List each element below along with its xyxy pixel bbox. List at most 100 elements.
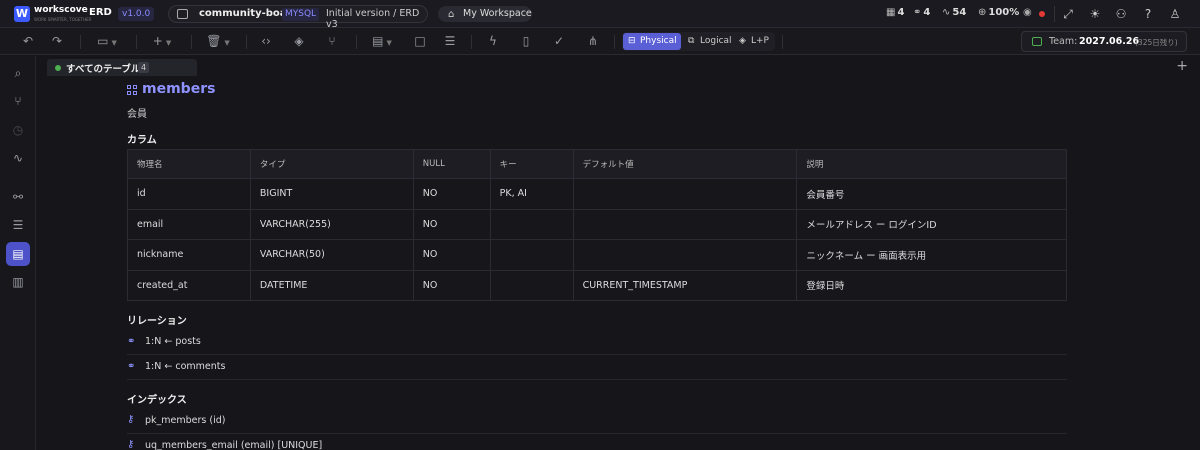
index-row[interactable]: ⚷ pk_members (id) <box>127 409 1067 434</box>
toolbar: ↶ ↷ ▭ ▼ + ▼ 🗑 ▼ ‹› ◈ ⑂ ▤ ▼ □ ☰ ϟ ▯ ✓ ⋔ ⊟ Phys… <box>0 28 1200 55</box>
cell <box>572 208 798 240</box>
db-badge: MYSQL <box>282 8 320 21</box>
cell <box>572 239 798 271</box>
flow-icon[interactable]: ⚯ <box>6 185 30 209</box>
cell: メールアドレス ー ログインID <box>796 208 1067 240</box>
grid-icon: ▦ <box>886 7 896 18</box>
redo-icon[interactable]: ↷ <box>49 33 65 50</box>
relation-row[interactable]: ⚭ 1:N ← comments <box>127 355 1067 380</box>
cell: NO <box>412 178 491 210</box>
app-logo[interactable]: W <box>14 6 30 22</box>
cell: 会員番号 <box>796 178 1067 210</box>
search-icon[interactable]: ⌕ <box>6 61 30 85</box>
header-default: デフォルト値 <box>572 149 798 179</box>
sun-icon[interactable]: ☀ <box>1085 4 1105 24</box>
table-icon <box>127 85 138 96</box>
table-row[interactable]: id BIGINT NO PK, AI 会員番号 <box>127 178 1067 210</box>
header-null: NULL <box>412 149 491 179</box>
team-plan-badge[interactable]: Team: 2027.06.26 (325日残り) <box>1021 31 1187 52</box>
header-physical-name: 物理名 <box>127 149 251 179</box>
history-icon[interactable]: ◷ <box>6 118 30 142</box>
cell: NO <box>412 208 491 240</box>
zoom-level[interactable]: ⊕ 100% <box>978 7 1019 18</box>
table-detail: members 会員 カラム 物理名 タイプ NULL キー デフォルト値 説明… <box>127 78 1067 450</box>
team-date: 2027.06.26 <box>1079 36 1140 47</box>
users-icon[interactable]: ⚇ <box>1111 4 1131 24</box>
cell: CURRENT_TIMESTAMP <box>572 269 798 301</box>
brand-tagline: WORK SMARTER, TOGETHER <box>34 17 92 22</box>
columns-heading: カラム <box>127 135 157 146</box>
tab-bar: すべてのテーブル 4 + <box>37 56 1200 78</box>
bar-chart-icon[interactable]: ▥ <box>6 270 30 294</box>
layers-icon[interactable]: ◈ <box>291 33 307 50</box>
link-icon: ⚭ <box>127 336 136 347</box>
relation-text: 1:N ← comments <box>145 361 226 372</box>
broadcast-icon: ◉ <box>1023 7 1032 18</box>
help-icon[interactable]: ? <box>1138 4 1158 24</box>
table-name: members <box>142 81 216 97</box>
expand-icon[interactable]: ⤢ <box>1058 4 1078 24</box>
activity-count: ∿ 54 <box>942 7 967 18</box>
folder-menu[interactable]: ▭ ▼ <box>93 33 121 50</box>
cell <box>572 178 798 210</box>
check-circle-icon[interactable]: ✓ <box>551 33 567 50</box>
index-text: pk_members (id) <box>145 415 226 426</box>
header-description: 説明 <box>796 149 1067 179</box>
tab-all-tables[interactable]: すべてのテーブル 4 <box>47 59 197 76</box>
bolt-icon[interactable]: ϟ <box>485 33 501 50</box>
list-icon[interactable]: ☰ <box>6 213 30 237</box>
table-description: 会員 <box>127 109 147 120</box>
cell <box>489 269 574 301</box>
project-selector[interactable]: community-board MYSQL Initial version / … <box>168 5 428 30</box>
building-icon: ⌂ <box>448 9 455 20</box>
cell: NO <box>412 239 491 271</box>
undo-icon[interactable]: ↶ <box>20 33 36 50</box>
view-logical-button[interactable]: ⧉ Logical <box>683 33 732 50</box>
share-icon[interactable]: ⋔ <box>585 33 601 50</box>
plus-icon: + <box>152 34 163 48</box>
cell: VARCHAR(50) <box>249 239 414 271</box>
delete-menu[interactable]: 🗑 ▼ <box>204 33 232 50</box>
git-branch-icon[interactable]: ⑂ <box>6 89 30 113</box>
code-icon[interactable]: ‹› <box>258 33 274 50</box>
view-lp-button[interactable]: ◈ L+P <box>734 33 774 50</box>
database-icon: ⊟ <box>628 36 636 46</box>
folder-icon: ▭ <box>97 34 109 48</box>
product-name: ERD <box>89 7 112 18</box>
indexes-heading: インデックス <box>127 395 187 406</box>
activity-icon[interactable]: ∿ <box>6 146 30 170</box>
table-row[interactable]: nickname VARCHAR(50) NO ニックネーム ー 画面表示用 <box>127 239 1067 271</box>
layout-menu[interactable]: ▤ ▼ <box>368 33 396 50</box>
cell: id <box>127 178 251 210</box>
header-key: キー <box>489 149 574 179</box>
cell: BIGINT <box>249 178 414 210</box>
index-text: uq_members_email (email) [UNIQUE] <box>145 440 323 450</box>
cell: 登録日時 <box>796 269 1067 301</box>
relation-row[interactable]: ⚭ 1:N ← posts <box>127 330 1067 355</box>
link-icon: ⚭ <box>127 361 136 372</box>
square-icon[interactable]: □ <box>412 33 428 50</box>
index-row[interactable]: ⚷ uq_members_email (email) [UNIQUE] <box>127 434 1067 450</box>
relations-heading: リレーション <box>127 316 187 327</box>
workspace-selector[interactable]: ⌂ My Workspace <box>438 6 532 22</box>
key-icon: ⚷ <box>127 439 135 450</box>
view-physical-button[interactable]: ⊟ Physical <box>623 33 681 50</box>
cell: nickname <box>127 239 251 271</box>
table-row[interactable]: email VARCHAR(255) NO メールアドレス ー ログインID <box>127 208 1067 240</box>
link-icon: ⚭ <box>913 7 922 18</box>
cell: DATETIME <box>249 269 414 301</box>
user-icon[interactable]: ♙ <box>1165 4 1185 24</box>
book-icon[interactable]: ▯ <box>518 33 534 50</box>
add-menu[interactable]: + ▼ <box>148 33 176 50</box>
branch-icon[interactable]: ⑂ <box>324 33 340 50</box>
add-tab-icon[interactable]: + <box>1176 58 1188 74</box>
calendar-icon <box>1032 37 1042 46</box>
window-icon <box>177 9 188 19</box>
recording-dot <box>1039 11 1045 17</box>
layout-icon: ▤ <box>372 34 384 48</box>
table-row[interactable]: created_at DATETIME NO CURRENT_TIMESTAMP… <box>127 269 1067 301</box>
list-icon[interactable]: ☰ <box>442 33 458 50</box>
zoom-icon: ⊕ <box>978 7 987 18</box>
document-icon[interactable]: ▤ <box>6 242 30 266</box>
cell: PK, AI <box>489 178 574 210</box>
